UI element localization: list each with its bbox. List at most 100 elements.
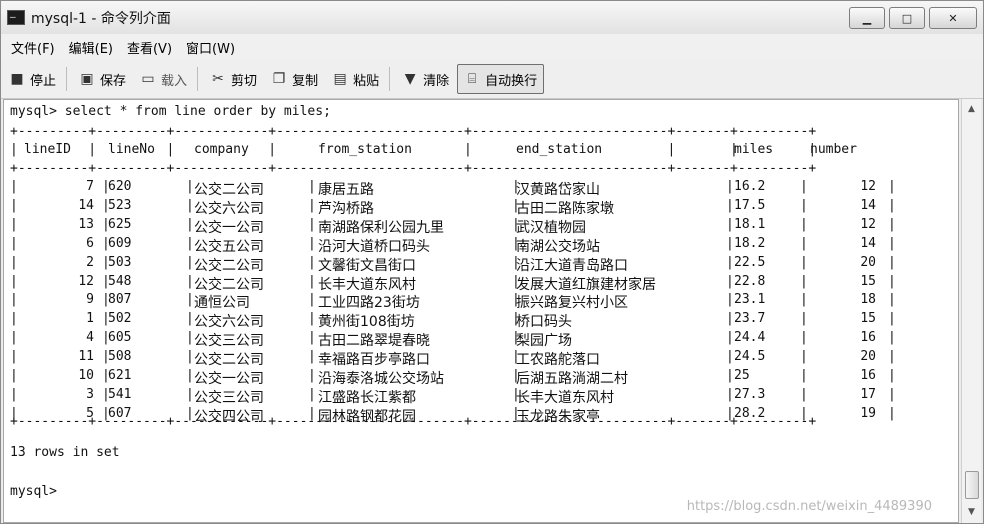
table-cell: 503 (108, 255, 132, 270)
table-header-number: number (810, 142, 857, 157)
minimize-button[interactable]: ▁ (849, 7, 885, 29)
table-cell: 18.2 (734, 236, 766, 251)
table-cell: 548 (108, 274, 132, 289)
table-column-separator: | (726, 406, 734, 421)
table-cell: 609 (108, 236, 132, 251)
menu-edit[interactable]: 编辑(E) (69, 38, 113, 57)
table-column-separator: | (888, 368, 896, 383)
load-button[interactable]: ▭ 载入 (134, 65, 193, 93)
table-cell: 620 (108, 179, 132, 194)
table-column-separator: | (308, 406, 316, 421)
menu-view[interactable]: 查看(V) (127, 38, 172, 57)
save-label: 保存 (100, 73, 127, 89)
table-cell: 公交一公司 (194, 220, 264, 236)
table-column-separator: | (186, 330, 194, 345)
table-cell: 13 (78, 217, 94, 232)
table-column-separator: | (726, 349, 734, 364)
maximize-button[interactable]: □ (889, 7, 925, 29)
table-cell: 12 (860, 217, 876, 232)
table-cell: 康居五路 (318, 182, 374, 198)
table-cell: 发展大道红旗建材家居 (516, 277, 656, 293)
table-cell: 16.2 (734, 179, 766, 194)
table-cell: 23.7 (734, 311, 766, 326)
table-cell: 黄州街108街坊 (318, 314, 415, 330)
table-cell: 20 (860, 255, 876, 270)
table-cell: 605 (108, 330, 132, 345)
cut-button[interactable]: ✂ 剪切 (204, 65, 263, 93)
table-cell: 沿河大道桥口码头 (318, 239, 430, 255)
table-column-separator: | (186, 368, 194, 383)
table-cell: 14 (78, 198, 94, 213)
stop-button[interactable]: ■ 停止 (3, 65, 62, 93)
table-column-separator: | (726, 387, 734, 402)
table-cell: 18 (860, 292, 876, 307)
stop-label: 停止 (30, 73, 57, 89)
table-cell: 芦沟桥路 (318, 201, 374, 217)
table-header-lineid: lineID (24, 142, 71, 157)
close-button[interactable]: ✕ (929, 7, 977, 29)
title-bar[interactable]: mysql-1 - 命令列介面 ▁ □ ✕ (1, 1, 983, 34)
table-column-separator: | (726, 198, 734, 213)
table-column-separator: | (888, 217, 896, 232)
window-title: mysql-1 - 命令列介面 (31, 10, 171, 27)
paste-label: 粘贴 (353, 73, 380, 89)
table-column-separator: | (186, 236, 194, 251)
word-wrap-toggle[interactable]: ⌸ 自动换行 (457, 64, 545, 94)
scroll-down-arrow-icon[interactable]: ▼ (964, 505, 979, 520)
table-cell: 武汉植物园 (516, 220, 586, 236)
table-cell: 17.5 (734, 198, 766, 213)
table-column-separator: | (186, 217, 194, 232)
menu-bar: 文件(F) 编辑(E) 查看(V) 窗口(W) (1, 34, 983, 60)
table-cell: 22.5 (734, 255, 766, 270)
table-cell: 12 (860, 179, 876, 194)
table-column-separator: | (186, 387, 194, 402)
stop-icon: ■ (10, 71, 24, 87)
scroll-up-arrow-icon[interactable]: ▲ (964, 102, 979, 117)
save-button[interactable]: ▣ 保存 (73, 65, 132, 93)
window-controls: ▁ □ ✕ (849, 7, 977, 29)
copy-button[interactable]: ❐ 复制 (265, 65, 324, 93)
save-icon: ▣ (80, 71, 94, 87)
table-column-separator: | (888, 387, 896, 402)
table-cell: 玉龙路朱家亭 (516, 409, 600, 425)
table-cell: 长丰大道东风村 (516, 390, 614, 406)
paste-button[interactable]: ▤ 粘贴 (326, 65, 385, 93)
table-header-lineno: lineNo (108, 142, 155, 157)
table-cell: 公交二公司 (194, 352, 264, 368)
table-cell: 22.8 (734, 274, 766, 289)
table-cell: 幸福路百步亭路口 (318, 352, 430, 368)
table-cell: 振兴路复兴村小区 (516, 295, 628, 311)
trash-icon: ▼ (404, 71, 416, 87)
table-column-separator: | (726, 274, 734, 289)
clear-button[interactable]: ▼ 清除 (396, 65, 455, 93)
table-cell: 公交一公司 (194, 371, 264, 387)
table-column-separator: | (308, 311, 316, 326)
menu-window[interactable]: 窗口(W) (186, 38, 235, 57)
command-line: mysql> select * from line order by miles… (10, 104, 331, 119)
table-cell: 公交二公司 (194, 258, 264, 274)
menu-file[interactable]: 文件(F) (11, 38, 55, 57)
table-cell: 南湖路保利公园九里 (318, 220, 444, 236)
vertical-scrollbar[interactable]: ▲ ▼ (961, 99, 981, 523)
table-column-separator: | (888, 255, 896, 270)
copy-icon: ❐ (272, 71, 286, 87)
table-cell: 3 (86, 387, 94, 402)
table-cell: 16 (860, 330, 876, 345)
table-cell: 2 (86, 255, 94, 270)
table-cell: 工业四路23街坊 (318, 295, 420, 311)
table-column-separator: | (186, 179, 194, 194)
table-cell: 1 (86, 311, 94, 326)
table-cell: 15 (860, 311, 876, 326)
table-column-separator: | (888, 311, 896, 326)
table-cell: 17 (860, 387, 876, 402)
table-column-separator: | (726, 292, 734, 307)
console-output[interactable]: mysql> select * from line order by miles… (3, 99, 959, 523)
table-cell: 11 (78, 349, 94, 364)
table-cell: 508 (108, 349, 132, 364)
table-cell: 7 (86, 179, 94, 194)
table-cell: 江盛路长江紫都 (318, 390, 416, 406)
table-column-separator: | (308, 368, 316, 383)
scroll-thumb[interactable] (965, 471, 979, 499)
word-wrap-label: 自动换行 (485, 73, 538, 89)
wrap-icon: ⌸ (467, 71, 477, 87)
